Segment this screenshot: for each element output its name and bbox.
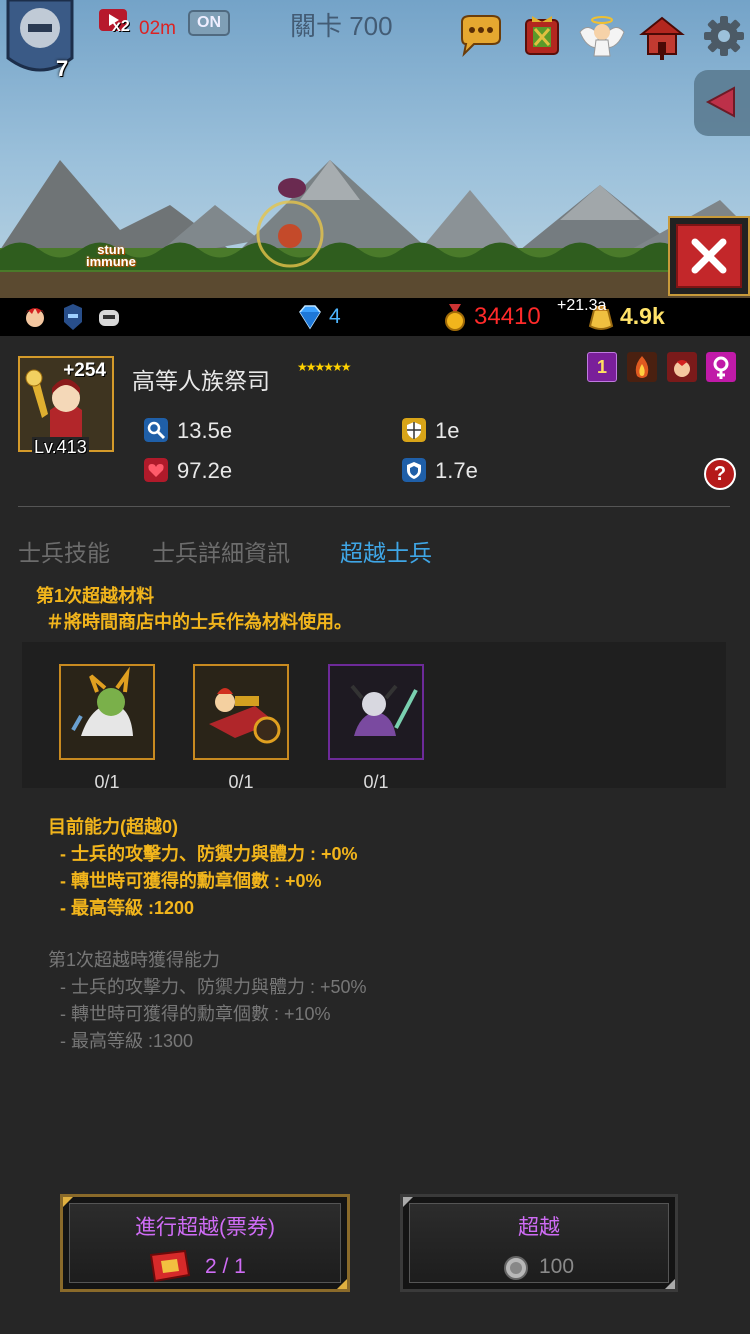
gem-count: 4 — [329, 305, 341, 328]
corner-ornament-icon — [403, 1197, 413, 1207]
material-count-1: 0/1 — [94, 772, 120, 792]
human-race-icon — [667, 352, 697, 382]
tab-transcend[interactable]: 超越士兵 — [340, 534, 432, 568]
dragon-warrior-icon — [61, 666, 153, 758]
tab-unit-details[interactable]: 士兵詳細資訊 — [152, 534, 290, 568]
shield-icon — [402, 418, 426, 442]
stat-attack: 13.5e — [177, 418, 233, 443]
ticket-transcend-label: 進行超越(票券) — [135, 1216, 275, 1239]
attack-magnify-icon — [144, 418, 168, 442]
gold-rate: +21.3a — [557, 297, 607, 314]
ticket-transcend-button[interactable]: 進行超越(票券) 2 / 1 — [60, 1194, 350, 1292]
next-ability-line: - 轉世時可獲得的勳章個數 : +10% — [60, 1004, 331, 1024]
chariot-unit-icon — [195, 666, 287, 758]
medal-count: 34410 — [474, 303, 541, 330]
settings-gear-icon[interactable] — [700, 12, 748, 60]
fire-trait-icon — [627, 352, 657, 382]
demon-swordsman-icon — [330, 666, 422, 758]
hero-level: 7 — [56, 56, 69, 81]
help-button[interactable]: ? — [704, 458, 736, 490]
corner-ornament-icon — [665, 1279, 675, 1289]
unit-name: 高等人族祭司 — [132, 368, 270, 394]
unit-bonus: +254 — [63, 360, 106, 381]
speed-timer: 02m — [139, 18, 176, 39]
rank-badge: 1 — [587, 352, 617, 382]
speed-boost-button[interactable]: x2 — [98, 8, 136, 36]
side-panel-toggle[interactable] — [694, 70, 750, 136]
medal-icon — [445, 304, 465, 331]
female-gender-icon — [706, 352, 736, 382]
next-ability-title: 第1次超越時獲得能力 — [48, 950, 221, 970]
current-ability-line: - 轉世時可獲得的勳章個數 : +0% — [60, 871, 322, 891]
heart-icon — [144, 458, 168, 482]
arrow-left-icon — [705, 86, 735, 118]
transcend-cost: 100 — [539, 1255, 575, 1278]
stat-hp: 97.2e — [177, 458, 233, 483]
unit-portrait: +254 Lv.413 — [18, 356, 114, 458]
current-ability-line: - 最高等級 :1200 — [60, 898, 195, 918]
material-count-2: 0/1 — [228, 772, 254, 792]
house-icon[interactable] — [638, 12, 686, 60]
speed-multiplier: x2 — [112, 18, 130, 35]
auto-toggle[interactable]: ON — [188, 10, 230, 36]
transcend-label: 超越 — [518, 1216, 560, 1239]
robot-unit-icon[interactable] — [94, 302, 124, 332]
stat-magic-defense: 1.7e — [435, 458, 478, 483]
corner-ornament-icon — [63, 1197, 73, 1207]
magic-shield-icon — [402, 458, 426, 482]
knight-unit-icon[interactable] — [58, 302, 88, 332]
material-slot-2[interactable] — [193, 664, 289, 760]
battle-scene: 7 x2 02m ON 關卡 700 stun immune — [0, 0, 750, 298]
next-ability-line: - 士兵的攻擊力、防禦力與體力 : +50% — [60, 977, 367, 997]
material-description: ＃將時間商店中的士兵作為材料使用。 — [46, 612, 352, 632]
material-count-3: 0/1 — [363, 772, 389, 792]
stun-immune-label: stun immune — [86, 242, 136, 269]
close-icon — [691, 238, 727, 274]
angel-icon[interactable] — [578, 12, 626, 60]
stat-defense: 1e — [435, 418, 460, 443]
material-title: 第1次超越材料 — [36, 586, 155, 606]
gem-icon — [299, 305, 321, 330]
close-button[interactable] — [668, 216, 750, 296]
warrior-unit-icon[interactable] — [20, 302, 50, 332]
silver-coin-icon — [504, 1256, 528, 1280]
material-slot-1[interactable] — [59, 664, 155, 760]
current-ability-title: 目前能力(超越0) — [48, 817, 178, 837]
next-ability-line: - 最高等級 :1300 — [60, 1031, 194, 1051]
corner-ornament-icon — [337, 1279, 347, 1289]
section-divider — [18, 506, 730, 507]
unit-stars: ★★★★★★ — [297, 360, 352, 374]
unit-level: Lv.413 — [32, 437, 89, 458]
ticket-icon — [149, 1249, 191, 1283]
stage-label: 關卡 700 — [290, 11, 393, 41]
material-slot-3[interactable] — [328, 664, 424, 760]
guild-banner-icon[interactable] — [518, 12, 566, 60]
transcend-button[interactable]: 超越 100 — [400, 1194, 678, 1292]
current-ability-line: - 士兵的攻擊力、防禦力與體力 : +0% — [60, 844, 358, 864]
chat-icon[interactable] — [456, 12, 504, 60]
gold-count: 4.9k — [620, 303, 665, 329]
tab-unit-skills[interactable]: 士兵技能 — [18, 534, 110, 568]
ticket-count: 2 / 1 — [205, 1255, 246, 1278]
